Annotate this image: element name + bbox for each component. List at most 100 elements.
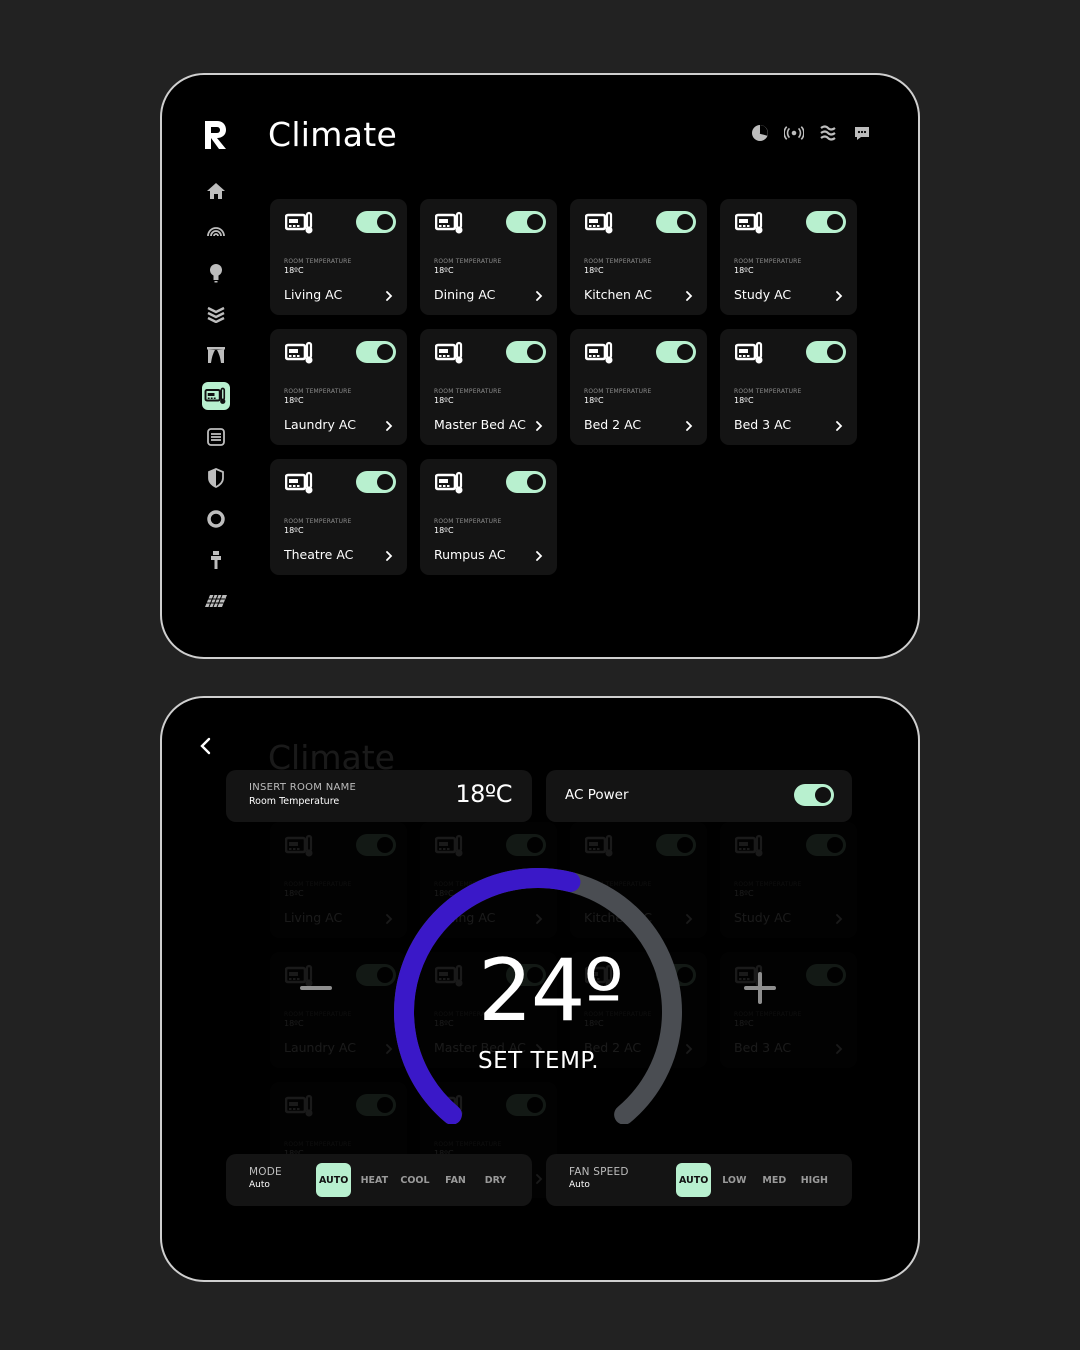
ac-card[interactable]: ROOM TEMPERATURE 18ºC Theatre AC	[270, 459, 407, 575]
ac-card-toggle	[806, 964, 846, 986]
room-temperature-label: ROOM TEMPERATURE	[734, 388, 802, 395]
solar-panel-icon	[205, 594, 227, 608]
sidebar-item-network[interactable]	[202, 218, 230, 246]
sidebar-item-solar[interactable]	[202, 587, 230, 615]
toggle-knob	[827, 837, 843, 853]
ac-card[interactable]: ROOM TEMPERATURE 18ºC Dining AC	[420, 199, 557, 315]
chevron-right-icon	[836, 1044, 843, 1054]
toggle-knob	[677, 214, 693, 230]
fan-option-auto[interactable]: AUTO	[676, 1163, 712, 1197]
room-temperature-label: ROOM TEMPERATURE	[284, 258, 352, 265]
air-conditioner-icon	[284, 1094, 315, 1118]
air-conditioner-icon	[284, 341, 315, 365]
room-temperature-value: 18ºC	[284, 266, 304, 275]
ac-card-toggle[interactable]	[356, 211, 396, 233]
broadcast-icon[interactable]	[784, 123, 804, 143]
ac-card-toggle[interactable]	[356, 471, 396, 493]
chevron-right-icon	[386, 291, 393, 301]
fan-option-low[interactable]: LOW	[717, 1163, 751, 1197]
ac-card-toggle	[356, 834, 396, 856]
ac-name: Study AC	[734, 910, 792, 925]
toggle-knob	[815, 787, 831, 803]
sidebar-item-irrigation[interactable]	[202, 546, 230, 574]
ac-card-toggle[interactable]	[506, 471, 546, 493]
decrease-temp-button[interactable]	[298, 970, 334, 1006]
top-icon-bar	[750, 123, 872, 143]
ac-card[interactable]: ROOM TEMPERATURE 18ºC Master Bed AC	[420, 329, 557, 445]
room-temperature-label: ROOM TEMPERATURE	[434, 258, 502, 265]
room-temperature-value: 18ºC	[434, 396, 454, 405]
ac-card[interactable]: ROOM TEMPERATURE 18ºC Bed 2 AC	[570, 329, 707, 445]
room-name-label: INSERT ROOM NAME	[249, 782, 357, 793]
ac-card-toggle[interactable]	[806, 211, 846, 233]
sidebar-item-climate[interactable]	[202, 382, 230, 410]
back-button[interactable]	[196, 736, 214, 756]
toggle-knob	[527, 214, 543, 230]
air-conditioner-icon	[734, 834, 765, 858]
ac-name: Living AC	[284, 287, 343, 302]
sidebar-item-safety[interactable]	[202, 505, 230, 533]
sidebar-item-lighting[interactable]	[202, 259, 230, 287]
sidebar-item-blinds[interactable]	[202, 341, 230, 369]
mode-option-cool[interactable]: COOL	[397, 1163, 432, 1197]
r-logo-icon	[205, 121, 226, 149]
ac-name: Study AC	[734, 287, 792, 302]
ac-card-toggle[interactable]	[506, 341, 546, 363]
ac-card-toggle[interactable]	[656, 341, 696, 363]
toggle-knob	[377, 837, 393, 853]
sidebar-item-security[interactable]	[202, 464, 230, 492]
chevron-right-icon	[386, 551, 393, 561]
room-temperature-label: ROOM TEMPERATURE	[284, 388, 352, 395]
air-conditioner-icon	[584, 211, 615, 235]
air-conditioner-icon	[284, 471, 315, 495]
ac-name: Kitchen AC	[584, 287, 653, 302]
minus-icon	[300, 986, 332, 990]
ac-card[interactable]: ROOM TEMPERATURE 18ºC Laundry AC	[270, 329, 407, 445]
room-temperature-caption: Room Temperature	[249, 796, 340, 807]
ac-card-toggle[interactable]	[356, 341, 396, 363]
chevron-right-icon	[686, 291, 693, 301]
chevron-right-icon	[536, 291, 543, 301]
curtains-icon	[207, 347, 225, 363]
sidebar-item-home[interactable]	[202, 177, 230, 205]
fan-option-med[interactable]: MED	[757, 1163, 791, 1197]
room-temperature-label: ROOM TEMPERATURE	[584, 258, 652, 265]
air-conditioner-icon	[584, 834, 615, 858]
home-icon	[207, 183, 225, 199]
air-conditioner-icon	[284, 834, 315, 858]
ac-card[interactable]: ROOM TEMPERATURE 18ºC Living AC	[270, 199, 407, 315]
air-conditioner-icon	[434, 471, 465, 495]
air-conditioner-icon	[584, 341, 615, 365]
toggle-knob	[377, 474, 393, 490]
ac-card-toggle[interactable]	[506, 211, 546, 233]
ac-card[interactable]: ROOM TEMPERATURE 18ºC Study AC	[720, 199, 857, 315]
mode-option-heat[interactable]: HEAT	[357, 1163, 391, 1197]
ac-name: Bed 3 AC	[734, 417, 792, 432]
toggle-knob	[827, 967, 843, 983]
ac-card-toggle[interactable]	[806, 341, 846, 363]
chat-bubble-icon[interactable]	[852, 123, 872, 143]
mode-option-auto[interactable]: AUTO	[316, 1163, 352, 1197]
room-temperature-value: 18ºC	[284, 889, 304, 898]
ac-card[interactable]: ROOM TEMPERATURE 18ºC Kitchen AC	[570, 199, 707, 315]
toggle-knob	[377, 214, 393, 230]
ac-power-label: AC Power	[565, 787, 629, 803]
chevron-right-icon	[836, 421, 843, 431]
pie-chart-icon[interactable]	[750, 123, 770, 143]
ac-card-toggle[interactable]	[656, 211, 696, 233]
heat-waves-icon[interactable]	[818, 123, 838, 143]
ac-power-toggle[interactable]	[794, 784, 834, 806]
sidebar-item-heating[interactable]	[202, 423, 230, 451]
page-title: Climate	[268, 115, 398, 154]
fan-option-high[interactable]: HIGH	[797, 1163, 831, 1197]
mode-option-fan[interactable]: FAN	[439, 1163, 473, 1197]
air-conditioner-icon	[734, 211, 765, 235]
toggle-knob	[527, 474, 543, 490]
mode-option-dry[interactable]: DRY	[479, 1163, 513, 1197]
ac-card[interactable]: ROOM TEMPERATURE 18ºC Bed 3 AC	[720, 329, 857, 445]
increase-temp-button[interactable]	[742, 970, 778, 1006]
ac-card[interactable]: ROOM TEMPERATURE 18ºC Rumpus AC	[420, 459, 557, 575]
ac-name: Bed 3 AC	[734, 1040, 792, 1055]
sidebar-item-layers[interactable]	[202, 300, 230, 328]
mode-options: AUTO HEAT COOL FAN DRY	[316, 1163, 519, 1197]
